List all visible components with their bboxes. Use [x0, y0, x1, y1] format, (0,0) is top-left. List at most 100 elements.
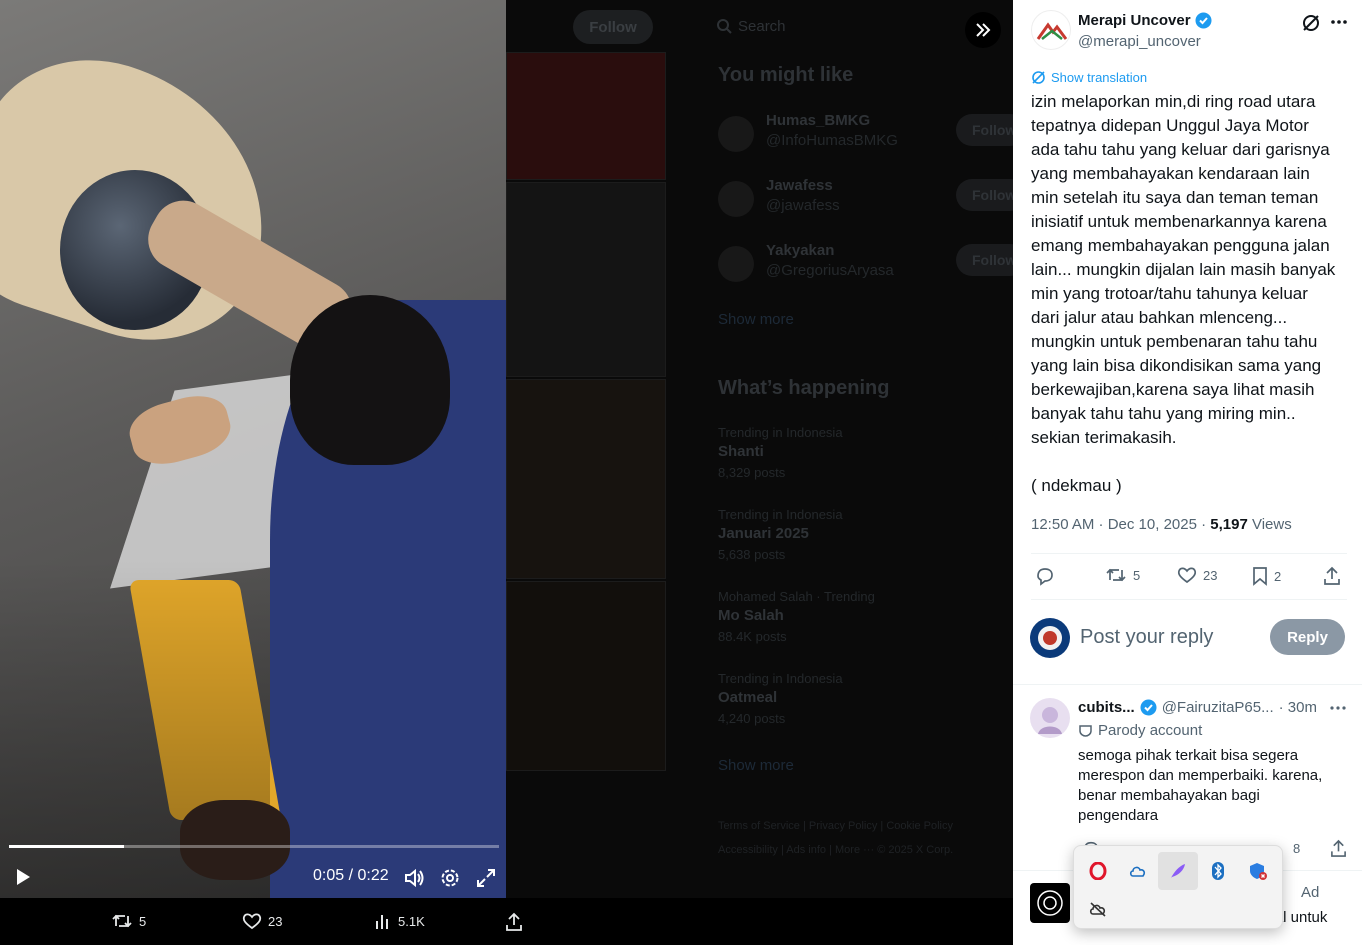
suggestion-name: Jawafess — [766, 177, 833, 194]
ad-label: Ad — [1301, 884, 1320, 901]
footer-link[interactable]: More ··· — [835, 844, 874, 856]
follow-button[interactable]: Follow — [573, 10, 653, 44]
avatar — [718, 246, 754, 282]
show-more-link[interactable]: Show more — [718, 311, 794, 328]
reply-more-button[interactable] — [1329, 700, 1347, 716]
collapse-button[interactable] — [965, 12, 1001, 48]
post-detail-panel: Merapi Uncover @merapi_uncover Show tran… — [1013, 0, 1362, 945]
post-timestamp[interactable]: 12:50 AM · Dec 10, 2025 · — [1031, 516, 1210, 533]
verified-badge-icon — [1195, 12, 1212, 29]
suggestion[interactable]: Humas_BMKG @InfoHumasBMKG Follow — [718, 112, 1026, 160]
trend-item[interactable]: Trending in Indonesia Oatmeal 4,240 post… — [718, 671, 998, 726]
suggestion-handle: @GregoriusAryasa — [766, 262, 894, 279]
cloud-off-tray-item[interactable] — [1078, 890, 1118, 928]
merapi-logo-icon — [1036, 22, 1068, 40]
avatar — [718, 116, 754, 152]
view-count: 5.1K — [398, 913, 425, 929]
footer-link[interactable]: Terms of Service — [718, 820, 800, 832]
avatar — [718, 181, 754, 217]
suggestion[interactable]: Jawafess @jawafess Follow — [718, 177, 1026, 225]
bluetooth-tray-item[interactable] — [1198, 852, 1238, 890]
mask-icon — [1079, 725, 1092, 737]
grok-button[interactable] — [1301, 13, 1321, 33]
share-icon[interactable] — [1330, 839, 1347, 858]
translate-icon — [1032, 71, 1045, 84]
media-thumbnails — [506, 52, 666, 772]
video-progress-bar[interactable] — [9, 845, 499, 848]
footer-link[interactable]: Privacy Policy — [809, 820, 877, 832]
volume-button[interactable] — [403, 867, 425, 889]
opera-tray-item[interactable] — [1078, 852, 1118, 890]
screen: 0:05 / 0:22 Follow Search You might like… — [0, 0, 1362, 945]
retweet-count: 5 — [139, 913, 147, 929]
footer-link[interactable]: Accessibility — [718, 844, 778, 856]
share-action[interactable] — [505, 912, 523, 932]
play-icon — [17, 869, 30, 885]
footer-link[interactable]: Cookie Policy — [886, 820, 953, 832]
settings-button[interactable] — [439, 867, 461, 889]
cloud-tray-item[interactable] — [1118, 852, 1158, 890]
search-placeholder: Search — [738, 18, 786, 35]
you-might-like-heading: You might like — [718, 64, 854, 86]
double-chevron-right-icon — [976, 23, 991, 37]
volume-icon — [405, 868, 424, 888]
feather-pen-icon — [1171, 864, 1185, 878]
reply-author-handle[interactable]: @FairuzitaP65... — [1162, 699, 1274, 716]
trend-item[interactable]: Trending in Indonesia Januari 2025 5,638… — [718, 507, 998, 562]
cloud-sync-icon — [1129, 866, 1146, 877]
share-action[interactable] — [1323, 566, 1341, 586]
reply-time[interactable]: · 30m — [1279, 699, 1317, 716]
author-handle[interactable]: @merapi_uncover — [1078, 33, 1201, 50]
avatar[interactable] — [1030, 883, 1070, 923]
reply-action[interactable] — [1035, 566, 1055, 586]
verified-badge-icon — [1140, 699, 1157, 716]
author-name[interactable]: Merapi Uncover — [1078, 12, 1212, 29]
avatar[interactable] — [1030, 698, 1070, 738]
footer-links: Terms of Service | Privacy Policy | Cook… — [718, 820, 954, 856]
retweet-icon — [112, 914, 132, 928]
more-options-button[interactable] — [1329, 12, 1349, 32]
trend-item[interactable]: Mohamed Salah · Trending Mo Salah 88.4K … — [718, 589, 998, 644]
bookmark-count: 2 — [1274, 568, 1282, 584]
like-count: 23 — [1203, 567, 1218, 583]
reply-text: semoga pihak terkait bisa segera merespo… — [1078, 747, 1323, 824]
avatar — [1030, 618, 1070, 658]
comment-icon — [1037, 568, 1053, 586]
post-meta: 12:50 AM · Dec 10, 2025 · 5,197 Views — [1031, 516, 1292, 533]
bar-chart-icon — [376, 915, 388, 929]
video-time: 0:05 / 0:22 — [313, 867, 389, 884]
suggestion-handle: @InfoHumasBMKG — [766, 132, 898, 149]
thumbnail[interactable] — [506, 182, 666, 377]
suggestion[interactable]: Yakyakan @GregoriusAryasa Follow — [718, 242, 1026, 290]
retweet-action[interactable]: 5 — [1105, 566, 1140, 584]
show-translation-link[interactable]: Show translation — [1031, 70, 1147, 85]
reply-author-name[interactable]: cubits... — [1078, 699, 1135, 716]
footer-link[interactable]: Ads info — [786, 844, 826, 856]
user-avatar-icon — [1038, 707, 1062, 734]
like-action[interactable]: 23 — [1177, 566, 1217, 584]
user-avatar-icon — [1038, 626, 1062, 650]
trend-item[interactable]: Trending in Indonesia Shanti 8,329 posts — [718, 425, 998, 480]
reply-button[interactable]: Reply — [1270, 619, 1345, 655]
views-action[interactable]: 5.1K — [374, 912, 425, 930]
more-horizontal-icon — [1330, 706, 1346, 710]
thumbnail[interactable] — [506, 581, 666, 771]
advertiser-logo-icon — [1037, 890, 1063, 916]
video-player[interactable]: 0:05 / 0:22 — [0, 0, 506, 898]
fullscreen-icon — [477, 869, 495, 887]
reply-view-count: 8 — [1293, 841, 1301, 856]
fullscreen-button[interactable] — [475, 867, 497, 889]
bookmark-action[interactable]: 2 — [1252, 566, 1281, 586]
thumbnail[interactable] — [506, 52, 666, 180]
like-action[interactable]: 23 — [242, 912, 282, 930]
pen-tray-item[interactable] — [1158, 852, 1198, 890]
search-box[interactable]: Search — [716, 18, 786, 35]
play-button[interactable] — [12, 866, 34, 888]
security-tray-item[interactable] — [1238, 852, 1278, 890]
show-more-link[interactable]: Show more — [718, 757, 794, 774]
avatar[interactable] — [1031, 10, 1071, 50]
retweet-action[interactable]: 5 — [111, 912, 146, 930]
parody-label: Parody account — [1078, 722, 1202, 739]
thumbnail[interactable] — [506, 379, 666, 579]
reply-input[interactable]: Post your reply — [1080, 626, 1213, 649]
